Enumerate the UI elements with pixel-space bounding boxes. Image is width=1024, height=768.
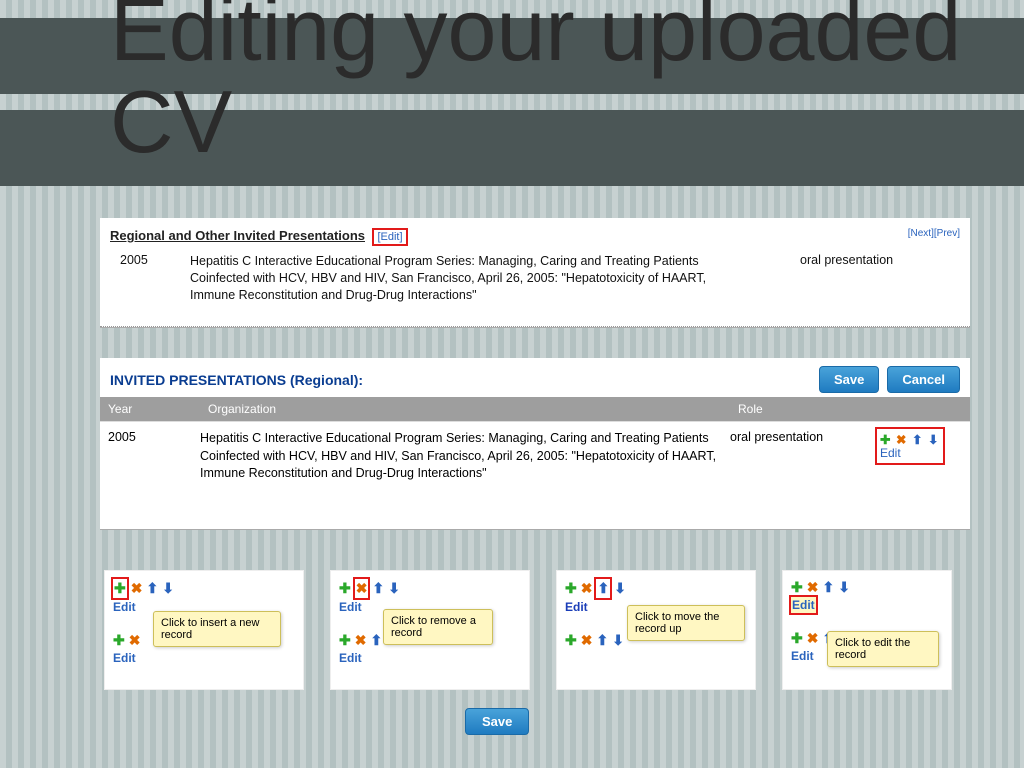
insert-icon[interactable]: ✚	[565, 580, 577, 597]
insert-icon[interactable]: ✚	[339, 580, 351, 597]
callout-moveup: ✚ ✖ ⬆ ⬇ Edit ✚ ✖ ⬆ ⬇ Click to move the r…	[556, 570, 756, 690]
insert-icon[interactable]: ✚	[791, 630, 803, 647]
move-down-icon[interactable]: ⬇	[162, 580, 174, 597]
delete-icon[interactable]: ✖	[896, 432, 908, 444]
move-up-icon[interactable]: ⬆	[912, 432, 924, 444]
move-up-icon[interactable]: ⬆	[596, 579, 610, 598]
delete-icon[interactable]: ✖	[581, 632, 593, 649]
col-year: Year	[100, 397, 200, 421]
cell-org: Hepatitis C Interactive Educational Prog…	[200, 430, 730, 483]
delete-icon[interactable]: ✖	[355, 579, 369, 598]
move-up-icon[interactable]: ⬆	[370, 632, 382, 649]
move-up-icon[interactable]: ⬆	[822, 579, 834, 596]
move-down-icon[interactable]: ⬇	[388, 580, 400, 597]
edit-link[interactable]: [Edit]	[375, 231, 404, 243]
callout-edit: ✚ ✖ ⬆ ⬇ Edit ✚ ✖ ⬆ ⬇ Edit Click to edit …	[782, 570, 952, 690]
edit-record-link[interactable]: Edit	[880, 446, 940, 460]
move-down-icon[interactable]: ⬇	[838, 579, 850, 596]
panel-title: INVITED PRESENTATIONS (Regional):	[110, 372, 363, 388]
slide-title: Editing your uploaded CV	[110, 0, 1024, 169]
insert-icon[interactable]: ✚	[880, 432, 892, 444]
edit-label[interactable]: Edit	[791, 597, 816, 613]
move-down-icon[interactable]: ⬇	[928, 432, 940, 444]
cancel-button[interactable]: Cancel	[887, 366, 960, 393]
callout-remove: ✚ ✖ ⬆ ⬇ Edit ✚ ✖ ⬆ Edit Click to remove …	[330, 570, 530, 690]
move-up-icon[interactable]: ⬆	[372, 580, 384, 597]
role-value: oral presentation	[800, 253, 960, 304]
edit-table-panel: INVITED PRESENTATIONS (Regional): Save C…	[100, 358, 970, 530]
delete-icon[interactable]: ✖	[807, 579, 819, 596]
cell-year: 2005	[100, 430, 200, 483]
insert-icon[interactable]: ✚	[791, 579, 803, 596]
delete-icon[interactable]: ✖	[131, 580, 143, 597]
move-down-icon[interactable]: ⬇	[612, 632, 624, 649]
col-role: Role	[730, 397, 870, 421]
insert-icon[interactable]: ✚	[565, 632, 577, 649]
move-down-icon[interactable]: ⬇	[614, 580, 626, 597]
row-actions: ✚ ✖ ⬆ ⬇ Edit	[878, 430, 942, 462]
callouts: ✚ ✖ ⬆ ⬇ Edit ✚ ✖ Edit Click to insert a …	[104, 570, 974, 690]
presentation-row: 2005 Hepatitis C Interactive Educational…	[100, 249, 970, 312]
tooltip-edit: Click to edit the record	[827, 631, 939, 667]
delete-icon[interactable]: ✖	[581, 580, 593, 597]
edit-label[interactable]: Edit	[113, 651, 295, 665]
prev-link[interactable]: [Prev]	[934, 228, 960, 239]
cell-role: oral presentation	[730, 430, 870, 483]
presentation-description: Hepatitis C Interactive Educational Prog…	[190, 253, 750, 304]
col-org: Organization	[200, 397, 730, 421]
delete-icon[interactable]: ✖	[807, 630, 819, 647]
insert-icon[interactable]: ✚	[339, 632, 351, 649]
table-header: Year Organization Role	[100, 397, 970, 421]
save-button[interactable]: Save	[819, 366, 879, 393]
section-heading: Regional and Other Invited Presentations	[110, 228, 365, 243]
next-link[interactable]: [Next]	[908, 228, 934, 239]
divider	[100, 326, 970, 327]
presentation-view: Regional and Other Invited Presentations…	[100, 218, 970, 328]
tooltip-remove: Click to remove a record	[383, 609, 493, 645]
edit-label[interactable]: Edit	[339, 651, 521, 665]
tooltip-insert: Click to insert a new record	[153, 611, 281, 647]
delete-icon[interactable]: ✖	[129, 632, 141, 649]
table-row: 2005 Hepatitis C Interactive Educational…	[100, 421, 970, 491]
move-up-icon[interactable]: ⬆	[596, 632, 608, 649]
callout-insert: ✚ ✖ ⬆ ⬇ Edit ✚ ✖ Edit Click to insert a …	[104, 570, 304, 690]
nav-links: [Next][Prev]	[908, 228, 960, 239]
insert-icon[interactable]: ✚	[113, 579, 127, 598]
save-button-bottom[interactable]: Save	[465, 708, 529, 735]
year-value: 2005	[120, 253, 190, 304]
insert-icon[interactable]: ✚	[113, 632, 125, 649]
delete-icon[interactable]: ✖	[355, 632, 367, 649]
tooltip-moveup: Click to move the record up	[627, 605, 745, 641]
bottom-save-wrap: Save	[465, 708, 529, 735]
move-up-icon[interactable]: ⬆	[146, 580, 158, 597]
